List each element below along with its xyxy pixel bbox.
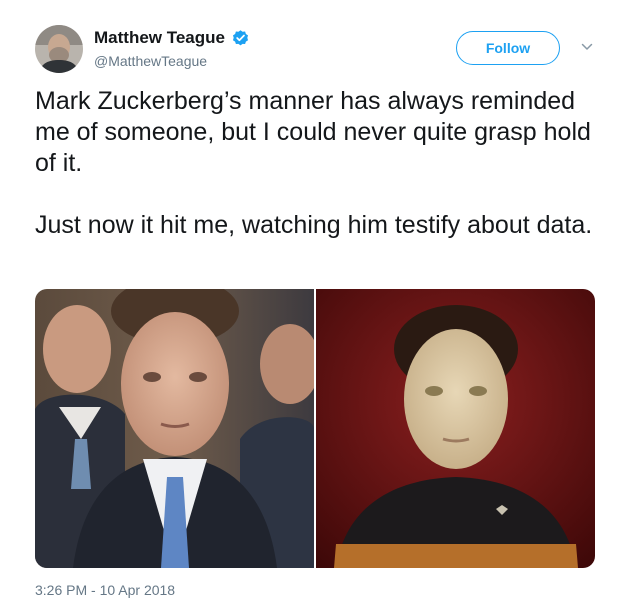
tweet-paragraph: Just now it hit me, watching him testify… <box>35 211 593 239</box>
user-avatar-icon <box>35 25 83 73</box>
media-photo-left[interactable] <box>35 289 314 568</box>
avatar[interactable] <box>35 25 83 73</box>
tweet-paragraph: Mark Zuckerberg’s manner has always remi… <box>35 87 591 177</box>
android-character-photo-icon <box>316 289 595 568</box>
verified-badge-icon <box>232 29 249 45</box>
follow-button[interactable]: Follow <box>456 31 560 65</box>
tweet-timestamp[interactable]: 3:26 PM - 10 Apr 2018 <box>35 581 175 599</box>
man-in-suit-photo-icon <box>35 289 314 568</box>
display-name[interactable]: Matthew Teague <box>94 27 225 49</box>
media-grid <box>35 289 595 568</box>
tweet-text: Mark Zuckerberg’s manner has always remi… <box>35 86 605 241</box>
author-handle[interactable]: @MatthewTeague <box>94 52 207 70</box>
chevron-down-icon[interactable] <box>580 40 594 54</box>
author-name-row: Matthew Teague <box>94 27 250 49</box>
media-photo-right[interactable] <box>316 289 595 568</box>
